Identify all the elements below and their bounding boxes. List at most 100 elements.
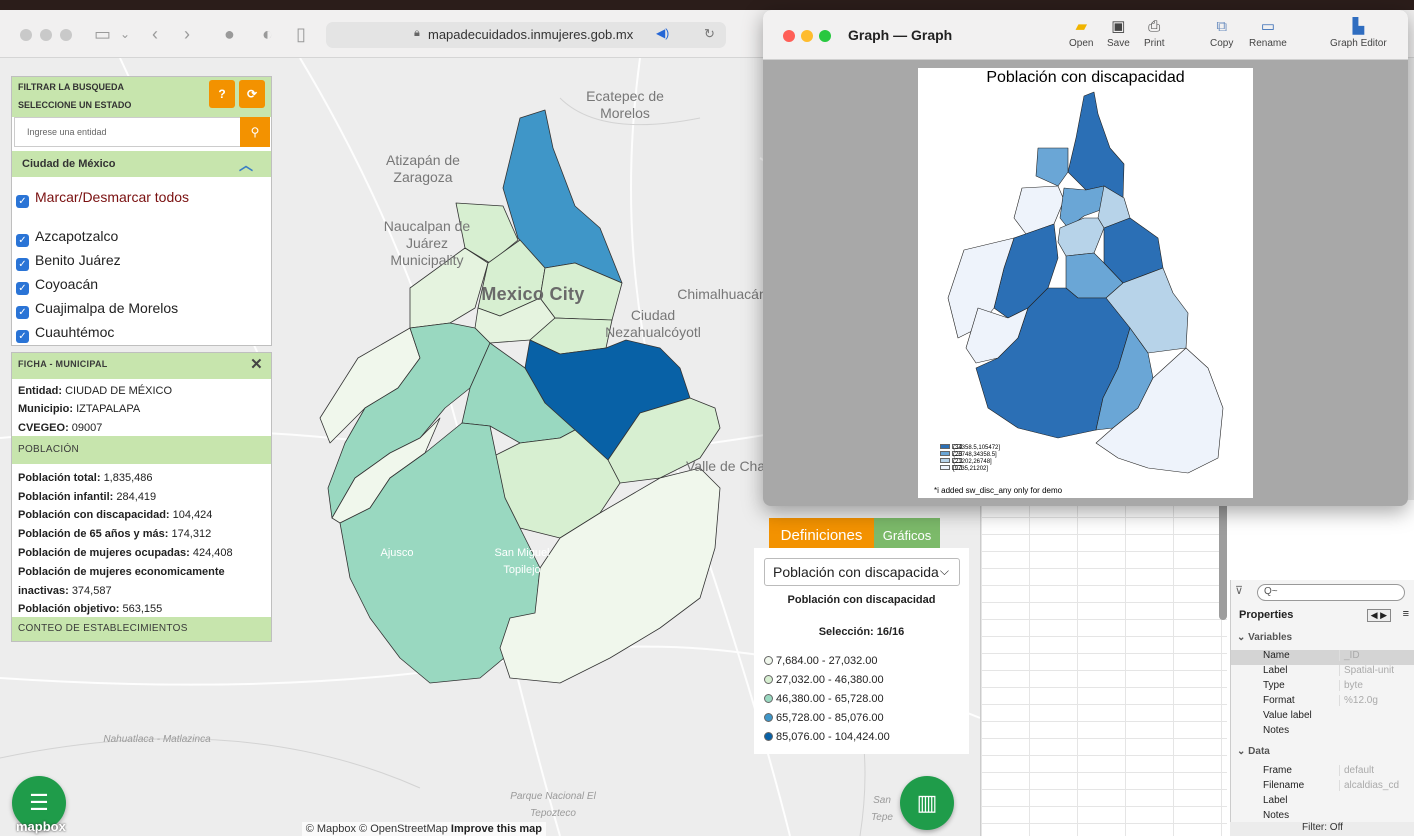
property-row[interactable]: Value label — [1231, 710, 1414, 725]
municipio-checkbox[interactable]: ✓ Coyoacán — [16, 276, 98, 295]
filter-icon[interactable]: ⊽ — [1235, 584, 1243, 597]
address-bar[interactable]: 🔒︎ mapadecuidados.inmujeres.gob.mx ◀) ↻ — [326, 22, 726, 48]
print-button[interactable]: ⎙ Print — [1144, 18, 1165, 49]
ficha-row: inactivas: 374,587 — [18, 585, 112, 597]
search-icon: ⚲ — [250, 125, 260, 139]
reload-icon[interactable]: ↻ — [704, 26, 715, 42]
menu-icon[interactable]: ≡ — [1403, 608, 1409, 620]
speaker-icon[interactable]: ◀) — [656, 26, 669, 40]
property-row[interactable]: Type byte — [1231, 680, 1414, 695]
properties-search-input[interactable]: Q~ — [1257, 584, 1405, 601]
toggle-all-checkbox[interactable]: ✓ Marcar/Desmarcar todos — [16, 189, 189, 208]
checkbox-icon: ✓ — [16, 195, 29, 208]
ficha-row: Población objetivo: 563,155 — [18, 603, 163, 615]
forward-arrow-icon[interactable]: › — [184, 24, 190, 44]
property-row[interactable]: Format %12.0g — [1231, 695, 1414, 710]
ficha-municipal-panel: FICHA - MUNICIPAL ✕ Entidad: CIUDAD DE M… — [11, 352, 272, 642]
charts-button[interactable]: ▥ — [900, 776, 954, 830]
property-row[interactable]: Frame default — [1231, 765, 1414, 780]
filter-panel: FILTRAR LA BUSQUEDA SELECCIONE UN ESTADO… — [11, 76, 272, 346]
refresh-button[interactable]: ⟳ — [239, 80, 265, 108]
state-accordion[interactable]: Ciudad de México ︿ — [12, 151, 271, 177]
minimize-window-button[interactable] — [40, 29, 52, 41]
data-section[interactable]: ⌄ Data — [1237, 746, 1270, 757]
help-button[interactable]: ? — [209, 80, 235, 108]
sidebar-toggle-icon[interactable]: ▭ — [94, 24, 111, 44]
extension-icon[interactable]: ● — [224, 24, 235, 44]
ficha-header: FICHA - MUNICIPAL ✕ — [12, 353, 271, 379]
zoom-window-button[interactable] — [819, 30, 831, 42]
label-mexico-city: Mexico City — [481, 284, 585, 304]
back-arrow-icon[interactable]: ‹ — [152, 24, 158, 44]
improve-map-link[interactable]: Improve this map — [451, 823, 542, 835]
municipio-checkbox[interactable]: ✓ Cuauhtémoc — [16, 324, 114, 343]
checkbox-icon: ✓ — [16, 282, 29, 295]
property-row[interactable]: Filename alcaldias_cd — [1231, 780, 1414, 795]
property-row[interactable]: Notes — [1231, 725, 1414, 740]
label-ecatepec: Ecatepec de Morelos — [586, 88, 664, 121]
ficha-row: Población con discapacidad: 104,424 — [18, 509, 213, 521]
prev-next-icon[interactable]: ◀ ▶ — [1366, 609, 1391, 622]
indicator-select[interactable]: Población con discapacida ⌵ — [764, 558, 960, 586]
checkbox-icon: ✓ — [16, 258, 29, 271]
search-placeholder: Ingrese una entidad — [27, 127, 107, 137]
property-row[interactable]: Label Spatial-unit — [1231, 665, 1414, 680]
refresh-icon: ⟳ — [246, 87, 258, 101]
variables-section[interactable]: ⌄ Variables — [1237, 632, 1292, 643]
data-editor: ⊽ Q~ Properties ◀ ▶ ≡ ⌄ Variables Name _I… — [980, 500, 1414, 836]
property-row[interactable]: Notes — [1231, 810, 1414, 822]
url-text: mapadecuidados.inmujeres.gob.mx — [428, 27, 634, 42]
chevron-down-icon: ⌵ — [939, 564, 949, 578]
rename-icon: ▭ — [1260, 18, 1275, 35]
ficha-row: Población de 65 años y más: 174,312 — [18, 528, 212, 540]
conteo-header[interactable]: CONTEO DE ESTABLECIMIENTOS — [12, 617, 271, 641]
label-ajusco: Ajusco — [380, 547, 414, 559]
close-icon[interactable]: ✕ — [250, 355, 263, 373]
save-button[interactable]: ▣ Save — [1107, 18, 1130, 49]
ficha-row: Población infantil: 284,419 — [18, 491, 157, 503]
mapbox-logo[interactable]: mapbox — [16, 819, 66, 834]
privacy-shield-icon[interactable]: ◐ — [262, 24, 273, 44]
legend-item: 85,076.00 - 104,424.00 — [764, 731, 890, 743]
label-san-miguel-topilejo: San Miguel Topilejo — [494, 547, 550, 576]
label-san-tepe: San Tepe — [871, 795, 893, 823]
legend-swatch — [764, 694, 773, 703]
close-window-button[interactable] — [20, 29, 32, 41]
graph-map — [947, 91, 1224, 474]
chevron-up-icon[interactable]: ︿ — [239, 155, 253, 175]
label-nahuatlaca: Nahuatlaca - Matlazinca — [103, 734, 211, 745]
open-button[interactable]: ▰ Open — [1069, 18, 1093, 49]
state-name: Ciudad de México — [22, 158, 116, 170]
reader-icon[interactable]: ▯ — [296, 24, 306, 44]
checkbox-icon: ✓ — [16, 330, 29, 343]
municipio-checkbox[interactable]: ✓ Benito Juárez — [16, 252, 121, 271]
property-row[interactable]: Label — [1231, 795, 1414, 810]
graph-editor-button[interactable]: ▙ Graph Editor — [1330, 18, 1387, 49]
copy-button[interactable]: ⧉ Copy — [1210, 18, 1233, 49]
municipio-checkbox[interactable]: ✓ Azcapotzalco — [16, 228, 118, 247]
ficha-row: Población de mujeres ocupadas: 424,408 — [18, 547, 233, 559]
search-button[interactable]: ⚲ — [240, 117, 270, 147]
properties-pane: ⊽ Q~ Properties ◀ ▶ ≡ ⌄ Variables Name _I… — [1230, 580, 1414, 836]
label-chimalhuacan: Chimalhuacán — [677, 286, 767, 302]
properties-title: Properties — [1239, 609, 1294, 621]
filter-status: Filter: Off — [1230, 822, 1414, 836]
entity-search-input[interactable]: Ingrese una entidad ⚲ — [14, 117, 270, 147]
data-grid[interactable] — [981, 500, 1227, 836]
legend-swatch — [764, 732, 773, 741]
graph-legend-item: [9735,21202] — [940, 465, 988, 472]
rename-button[interactable]: ▭ Rename — [1249, 18, 1287, 49]
lock-icon: 🔒︎ — [414, 27, 420, 39]
save-icon: ▣ — [1111, 18, 1126, 35]
legend-item: 65,728.00 - 85,076.00 — [764, 712, 884, 724]
vertical-scrollbar[interactable] — [1219, 500, 1227, 620]
close-window-button[interactable] — [783, 30, 795, 42]
hamburger-icon: ☰ — [29, 790, 49, 815]
zoom-window-button[interactable] — [60, 29, 72, 41]
minimize-window-button[interactable] — [801, 30, 813, 42]
municipio-checkbox[interactable]: ✓ Cuajimalpa de Morelos — [16, 300, 178, 319]
bar-chart-icon: ▥ — [916, 790, 938, 815]
legend-title: Población con discapacidad — [787, 594, 936, 606]
property-row[interactable]: Name _ID — [1231, 650, 1414, 665]
chevron-down-icon[interactable]: ⌄ — [120, 24, 130, 44]
